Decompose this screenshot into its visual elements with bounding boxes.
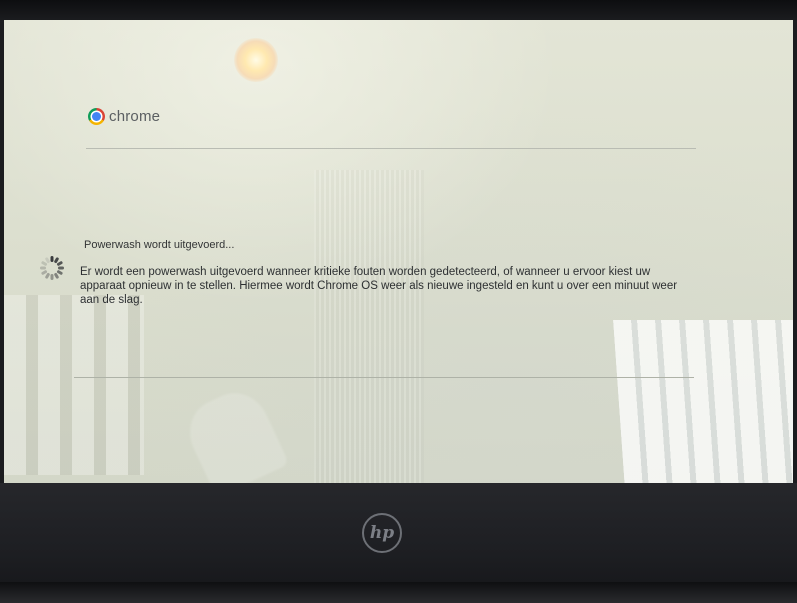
light-glare (234, 38, 278, 82)
loading-spinner-icon (40, 256, 64, 280)
hp-logo-icon: hp (362, 513, 402, 553)
chrome-brand: chrome (88, 108, 160, 125)
top-bezel (0, 0, 797, 22)
brand-name: chrome (109, 108, 161, 125)
powerwash-title: Powerwash wordt uitgevoerd... (84, 239, 235, 251)
divider-bottom (74, 377, 694, 378)
laptop-screen: chrome Powerwash wordt uitgevoerd... Er … (4, 20, 793, 486)
hand-reflection (178, 382, 290, 486)
chrome-logo-icon (88, 108, 105, 125)
window-reflection-left (4, 295, 144, 475)
laptop-photo: chrome Powerwash wordt uitgevoerd... Er … (0, 0, 797, 603)
window-blinds-reflection (613, 320, 793, 486)
laptop-edge (0, 582, 797, 603)
divider-top (86, 148, 696, 149)
moire-reflection (314, 170, 424, 486)
powerwash-message: Er wordt een powerwash uitgevoerd wannee… (80, 266, 678, 306)
